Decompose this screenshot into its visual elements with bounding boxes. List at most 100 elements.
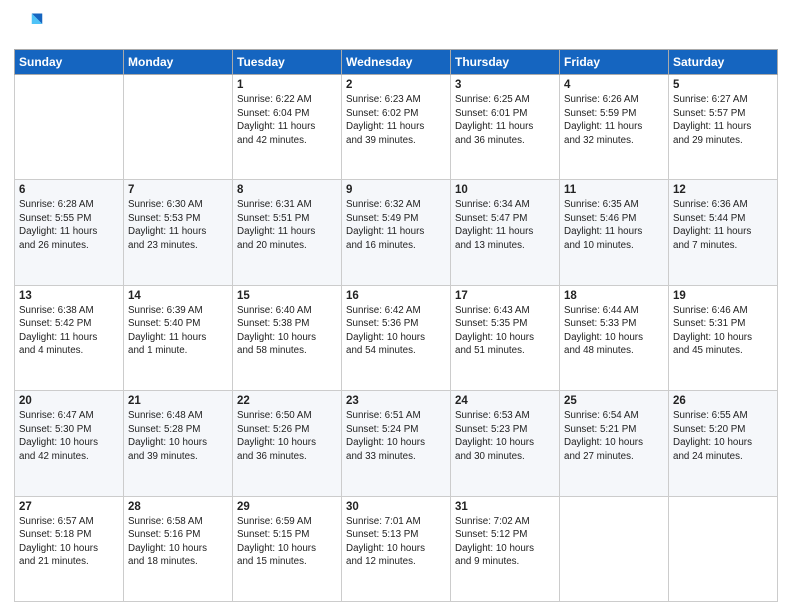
day-number: 5 <box>673 79 773 91</box>
day-number: 17 <box>455 290 555 302</box>
calendar-cell: 29Sunrise: 6:59 AMSunset: 5:15 PMDayligh… <box>233 496 342 601</box>
calendar-cell: 3 Sunrise: 6:25 AMSunset: 6:01 PMDaylight… <box>451 75 560 180</box>
day-info: Sunrise: 6:38 AMSunset: 5:42 PMDaylight:… <box>19 304 119 358</box>
calendar-table: SundayMondayTuesdayWednesdayThursdayFrid… <box>14 49 778 602</box>
day-number: 4 <box>564 79 664 91</box>
calendar-week-2: 13 Sunrise: 6:38 AMSunset: 5:42 PMDayligh… <box>15 285 778 390</box>
day-info: Sunrise: 6:27 AMSunset: 5:57 PMDaylight:… <box>673 93 773 147</box>
day-info: Sunrise: 6:55 AMSunset: 5:20 PMDaylight:… <box>673 409 773 463</box>
day-number: 10 <box>455 184 555 196</box>
calendar-cell: 20Sunrise: 6:47 AMSunset: 5:30 PMDayligh… <box>15 391 124 496</box>
calendar-cell: 30 Sunrise: 7:01 AMSunset: 5:13 PMDayligh… <box>342 496 451 601</box>
calendar-cell: 12 Sunrise: 6:36 AMSunset: 5:44 PMDayligh… <box>669 180 778 285</box>
day-info: Sunrise: 7:01 AMSunset: 5:13 PMDaylight:… <box>346 515 446 569</box>
day-info: Sunrise: 6:57 AMSunset: 5:18 PMDaylight:… <box>19 515 119 569</box>
calendar-cell <box>124 75 233 180</box>
calendar-cell: 18 Sunrise: 6:44 AMSunset: 5:33 PMDayligh… <box>560 285 669 390</box>
calendar-cell: 17 Sunrise: 6:43 AMSunset: 5:35 PMDayligh… <box>451 285 560 390</box>
calendar-cell: 22Sunrise: 6:50 AMSunset: 5:26 PMDayligh… <box>233 391 342 496</box>
weekday-header-sunday: Sunday <box>15 50 124 75</box>
calendar-cell: 2Sunrise: 6:23 AMSunset: 6:02 PMDaylight… <box>342 75 451 180</box>
day-number: 21 <box>128 395 228 407</box>
calendar-cell: 28Sunrise: 6:58 AMSunset: 5:16 PMDayligh… <box>124 496 233 601</box>
logo-icon <box>16 10 44 38</box>
day-number: 19 <box>673 290 773 302</box>
weekday-header-wednesday: Wednesday <box>342 50 451 75</box>
calendar-cell: 26 Sunrise: 6:55 AMSunset: 5:20 PMDayligh… <box>669 391 778 496</box>
day-info: Sunrise: 6:23 AMSunset: 6:02 PMDaylight:… <box>346 93 446 147</box>
calendar-cell: 16 Sunrise: 6:42 AMSunset: 5:36 PMDayligh… <box>342 285 451 390</box>
calendar-cell: 14 Sunrise: 6:39 AMSunset: 5:40 PMDayligh… <box>124 285 233 390</box>
day-number: 3 <box>455 79 555 91</box>
calendar-cell: 31Sunrise: 7:02 AMSunset: 5:12 PMDayligh… <box>451 496 560 601</box>
calendar-cell: 9 Sunrise: 6:32 AMSunset: 5:49 PMDaylight… <box>342 180 451 285</box>
day-info: Sunrise: 6:48 AMSunset: 5:28 PMDaylight:… <box>128 409 228 463</box>
day-info: Sunrise: 6:26 AMSunset: 5:59 PMDaylight:… <box>564 93 664 147</box>
calendar-header-row: SundayMondayTuesdayWednesdayThursdayFrid… <box>15 50 778 75</box>
day-number: 6 <box>19 184 119 196</box>
calendar-cell: 21 Sunrise: 6:48 AMSunset: 5:28 PMDayligh… <box>124 391 233 496</box>
calendar-cell: 8 Sunrise: 6:31 AMSunset: 5:51 PMDaylight… <box>233 180 342 285</box>
calendar-week-0: 1 Sunrise: 6:22 AMSunset: 6:04 PMDaylight… <box>15 75 778 180</box>
day-number: 14 <box>128 290 228 302</box>
calendar-cell: 10 Sunrise: 6:34 AMSunset: 5:47 PMDayligh… <box>451 180 560 285</box>
day-number: 29 <box>237 501 337 513</box>
day-info: Sunrise: 6:22 AMSunset: 6:04 PMDaylight:… <box>237 93 337 147</box>
day-number: 30 <box>346 501 446 513</box>
calendar-week-3: 20Sunrise: 6:47 AMSunset: 5:30 PMDayligh… <box>15 391 778 496</box>
day-info: Sunrise: 6:30 AMSunset: 5:53 PMDaylight:… <box>128 198 228 252</box>
day-info: Sunrise: 6:43 AMSunset: 5:35 PMDaylight:… <box>455 304 555 358</box>
calendar-cell: 11 Sunrise: 6:35 AMSunset: 5:46 PMDayligh… <box>560 180 669 285</box>
day-info: Sunrise: 6:53 AMSunset: 5:23 PMDaylight:… <box>455 409 555 463</box>
day-info: Sunrise: 6:31 AMSunset: 5:51 PMDaylight:… <box>237 198 337 252</box>
day-number: 13 <box>19 290 119 302</box>
day-info: Sunrise: 6:25 AMSunset: 6:01 PMDaylight:… <box>455 93 555 147</box>
calendar-cell: 25 Sunrise: 6:54 AMSunset: 5:21 PMDayligh… <box>560 391 669 496</box>
day-info: Sunrise: 6:47 AMSunset: 5:30 PMDaylight:… <box>19 409 119 463</box>
calendar-cell: 24 Sunrise: 6:53 AMSunset: 5:23 PMDayligh… <box>451 391 560 496</box>
calendar-cell: 15 Sunrise: 6:40 AMSunset: 5:38 PMDayligh… <box>233 285 342 390</box>
calendar-cell: 13 Sunrise: 6:38 AMSunset: 5:42 PMDayligh… <box>15 285 124 390</box>
day-number: 16 <box>346 290 446 302</box>
day-info: Sunrise: 6:35 AMSunset: 5:46 PMDaylight:… <box>564 198 664 252</box>
day-number: 9 <box>346 184 446 196</box>
day-number: 27 <box>19 501 119 513</box>
day-info: Sunrise: 6:42 AMSunset: 5:36 PMDaylight:… <box>346 304 446 358</box>
day-info: Sunrise: 6:44 AMSunset: 5:33 PMDaylight:… <box>564 304 664 358</box>
day-info: Sunrise: 6:54 AMSunset: 5:21 PMDaylight:… <box>564 409 664 463</box>
logo <box>14 10 44 43</box>
day-number: 22 <box>237 395 337 407</box>
day-number: 26 <box>673 395 773 407</box>
day-number: 15 <box>237 290 337 302</box>
calendar-cell <box>560 496 669 601</box>
day-number: 25 <box>564 395 664 407</box>
day-info: Sunrise: 6:32 AMSunset: 5:49 PMDaylight:… <box>346 198 446 252</box>
weekday-header-tuesday: Tuesday <box>233 50 342 75</box>
day-number: 18 <box>564 290 664 302</box>
calendar-week-4: 27 Sunrise: 6:57 AMSunset: 5:18 PMDayligh… <box>15 496 778 601</box>
page: SundayMondayTuesdayWednesdayThursdayFrid… <box>0 0 792 612</box>
calendar-cell: 27 Sunrise: 6:57 AMSunset: 5:18 PMDayligh… <box>15 496 124 601</box>
day-number: 11 <box>564 184 664 196</box>
weekday-header-thursday: Thursday <box>451 50 560 75</box>
calendar-week-1: 6Sunrise: 6:28 AMSunset: 5:55 PMDaylight… <box>15 180 778 285</box>
day-number: 1 <box>237 79 337 91</box>
calendar-cell: 6Sunrise: 6:28 AMSunset: 5:55 PMDaylight… <box>15 180 124 285</box>
day-number: 23 <box>346 395 446 407</box>
day-info: Sunrise: 6:36 AMSunset: 5:44 PMDaylight:… <box>673 198 773 252</box>
weekday-header-friday: Friday <box>560 50 669 75</box>
calendar-cell <box>15 75 124 180</box>
calendar-cell: 5 Sunrise: 6:27 AMSunset: 5:57 PMDaylight… <box>669 75 778 180</box>
day-number: 31 <box>455 501 555 513</box>
header <box>14 10 778 43</box>
weekday-header-monday: Monday <box>124 50 233 75</box>
calendar-cell: 23Sunrise: 6:51 AMSunset: 5:24 PMDayligh… <box>342 391 451 496</box>
calendar-cell: 19Sunrise: 6:46 AMSunset: 5:31 PMDayligh… <box>669 285 778 390</box>
day-number: 24 <box>455 395 555 407</box>
day-number: 8 <box>237 184 337 196</box>
day-info: Sunrise: 6:40 AMSunset: 5:38 PMDaylight:… <box>237 304 337 358</box>
day-number: 12 <box>673 184 773 196</box>
day-info: Sunrise: 6:39 AMSunset: 5:40 PMDaylight:… <box>128 304 228 358</box>
day-info: Sunrise: 6:34 AMSunset: 5:47 PMDaylight:… <box>455 198 555 252</box>
day-number: 28 <box>128 501 228 513</box>
